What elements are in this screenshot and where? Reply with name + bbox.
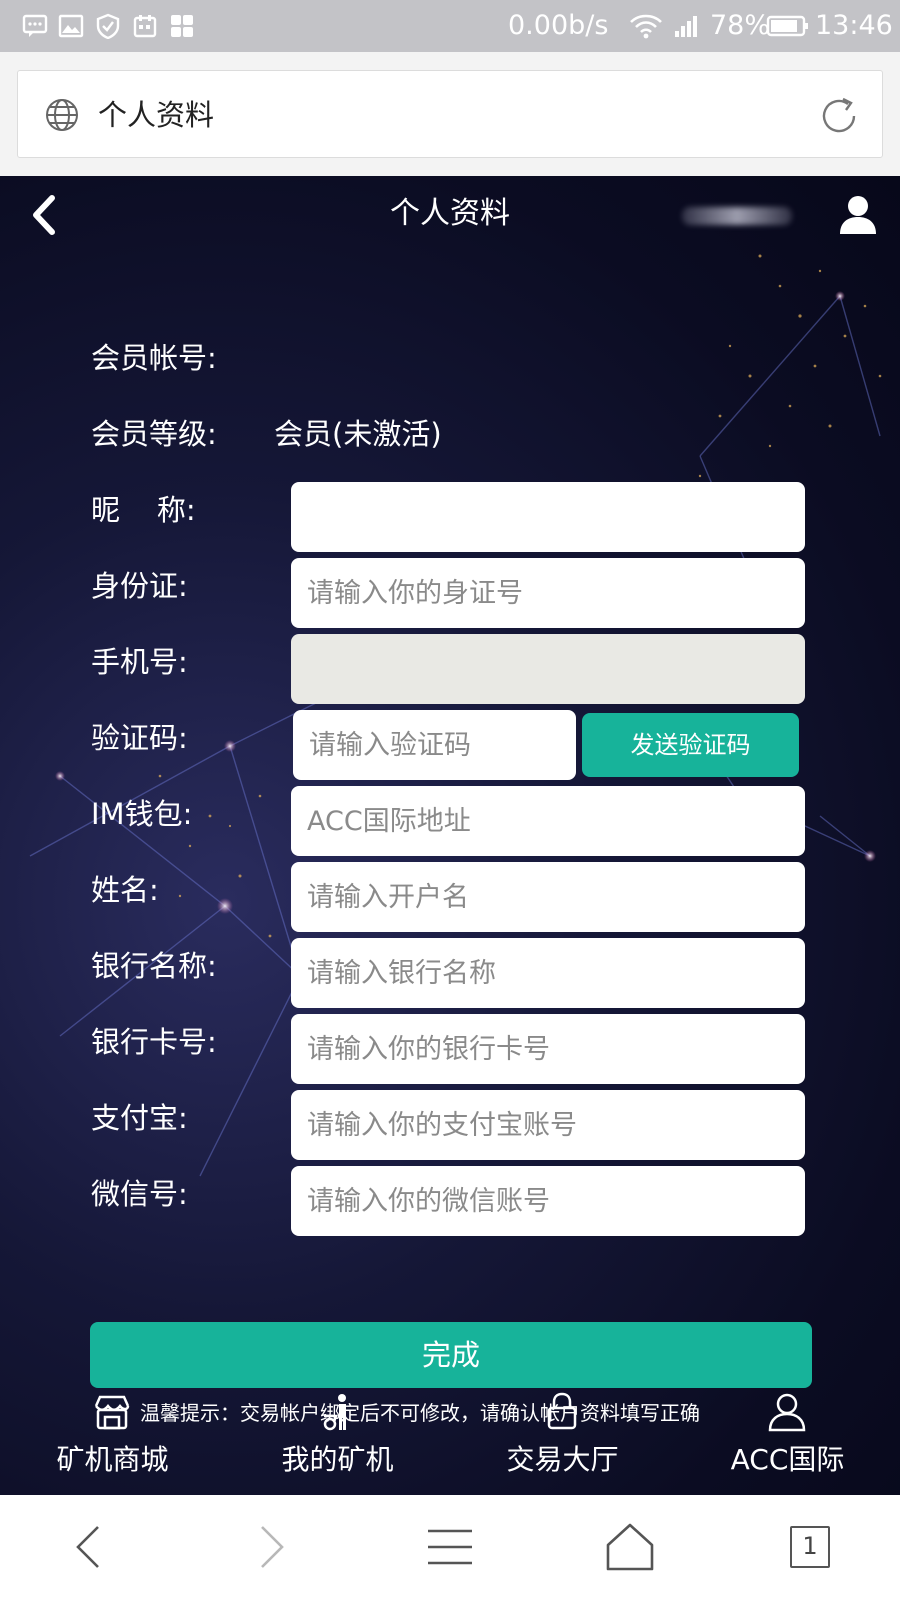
shield-icon: [96, 13, 120, 39]
back-arrow-icon[interactable]: [60, 1517, 120, 1577]
battery-icon: [766, 15, 808, 37]
browser-toolbar: 个人资料: [0, 52, 900, 176]
status-bar: 0.00b/s 78% 13:46: [0, 0, 900, 52]
tabs-button[interactable]: 1: [780, 1517, 840, 1577]
user-icon: [768, 1393, 806, 1432]
signal-icon: [675, 16, 697, 37]
image-icon: [58, 14, 84, 38]
level-value: 会员(未激活): [274, 417, 442, 451]
user-icon[interactable]: [838, 194, 878, 236]
wechat-field[interactable]: [291, 1166, 805, 1236]
bank-card-label: 银行卡号:: [91, 1025, 217, 1059]
name-label: 姓名:: [91, 873, 159, 907]
apps-icon: [171, 15, 193, 37]
warm-tip: 温馨提示：交易帐户绑定后不可修改，请确认帐户资料填写正确: [140, 1401, 700, 1425]
alipay-field[interactable]: [291, 1090, 805, 1160]
browser-bottom-nav: 1: [0, 1495, 900, 1600]
network-speed: 0.00b/s: [508, 10, 609, 41]
submit-button[interactable]: 完成: [90, 1322, 812, 1388]
globe-icon: [46, 99, 78, 131]
code-label: 验证码:: [91, 721, 188, 755]
wallet-label: IM钱包:: [91, 797, 193, 831]
send-code-button[interactable]: 发送验证码: [582, 713, 799, 777]
level-label: 会员等级:: [91, 417, 217, 451]
address-bar[interactable]: 个人资料: [17, 70, 883, 158]
account-label: 会员帐号:: [91, 341, 217, 375]
nickname-label: 昵 称:: [91, 493, 196, 527]
bank-card-field[interactable]: [291, 1014, 805, 1084]
nickname-field[interactable]: [291, 482, 805, 552]
menu-icon[interactable]: [420, 1517, 480, 1577]
tab-label: ACC国际: [730, 1443, 845, 1476]
tab-label: 我的矿机: [281, 1443, 394, 1476]
battery-percent: 78%: [710, 10, 771, 41]
phone-field: [291, 634, 805, 704]
blurred-username: [682, 207, 792, 225]
bank-name-label: 银行名称:: [91, 949, 217, 983]
account-name-field[interactable]: [291, 862, 805, 932]
bank-name-field[interactable]: [291, 938, 805, 1008]
verification-code-field[interactable]: [293, 710, 576, 780]
app-header: 个人资料: [0, 176, 900, 256]
alipay-label: 支付宝:: [91, 1101, 188, 1135]
app-screen: 个人资料 会员帐号: 会员等级: 会员(未激活) 昵 称: 身份证: 手机号: …: [0, 176, 900, 1495]
page-title: 个人资料: [98, 98, 215, 132]
id-label: 身份证:: [91, 569, 188, 603]
message-icon: [22, 14, 48, 37]
id-number-field[interactable]: [291, 558, 805, 628]
wifi-icon: [630, 14, 662, 39]
home-icon[interactable]: [600, 1517, 660, 1577]
tab-count: 1: [790, 1526, 830, 1568]
store-icon: [94, 1395, 130, 1430]
forward-arrow-icon[interactable]: [240, 1517, 300, 1577]
calendar-icon: [133, 15, 157, 38]
refresh-icon[interactable]: [818, 95, 860, 137]
clock: 13:46: [815, 10, 893, 41]
phone-label: 手机号:: [91, 645, 188, 679]
wechat-label: 微信号:: [91, 1177, 188, 1211]
tab-label: 交易大厅: [506, 1443, 619, 1476]
tab-label: 矿机商城: [56, 1443, 169, 1476]
tab-acc-international[interactable]: ACC国际: [675, 1390, 900, 1495]
wallet-field[interactable]: [291, 786, 805, 856]
